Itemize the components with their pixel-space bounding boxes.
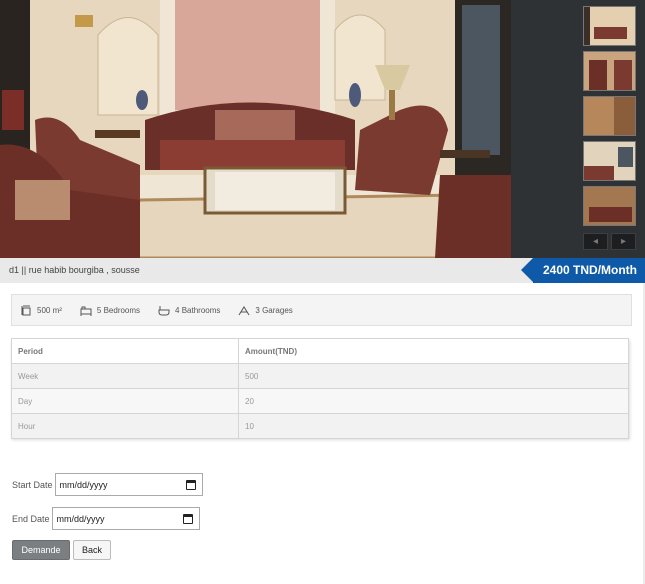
thumbnail-3[interactable] xyxy=(583,96,636,136)
demande-button[interactable]: Demande xyxy=(12,540,70,560)
property-address: d1 || rue habib bourgiba , sousse xyxy=(9,265,140,275)
end-date-placeholder: mm/dd/yyyy xyxy=(56,513,105,524)
amount-cell: 10 xyxy=(238,413,629,439)
feature-area: 500 m² xyxy=(21,305,62,316)
table-row: Hour 10 xyxy=(11,413,629,439)
feature-bathrooms: 4 Bathrooms xyxy=(158,305,220,316)
area-icon xyxy=(21,305,31,315)
column-header-amount: Amount(TND) xyxy=(238,338,629,364)
property-page: ◂ ▸ d1 || rue habib bourgiba , sousse 24… xyxy=(0,0,645,584)
garages-value: 3 Garages xyxy=(255,305,293,315)
price-label: 2400 TND/Month xyxy=(533,258,645,283)
rates-table: Period Amount(TND) Week 500 Day 20 Hour … xyxy=(11,338,629,439)
calendar-icon[interactable] xyxy=(182,513,193,524)
thumbnail-strip: ◂ ▸ xyxy=(511,0,645,258)
amount-cell: 500 xyxy=(238,363,629,389)
garage-icon xyxy=(238,305,250,315)
period-cell: Hour xyxy=(11,413,239,439)
bathtub-icon xyxy=(158,305,170,315)
feature-garages: 3 Garages xyxy=(238,305,293,316)
back-button[interactable]: Back xyxy=(73,540,111,560)
photo-gallery: ◂ ▸ xyxy=(0,0,645,258)
end-date-row: End Date mm/dd/yyyy xyxy=(12,507,200,530)
table-row: Day 20 xyxy=(11,388,629,414)
calendar-icon[interactable] xyxy=(185,479,196,490)
end-date-label: End Date xyxy=(12,513,50,524)
features-bar: 500 m² 5 Bedrooms 4 Bathrooms 3 Garages xyxy=(11,294,632,326)
chevron-right-icon[interactable]: ▸ xyxy=(611,233,636,250)
amount-cell: 20 xyxy=(238,388,629,414)
table-header-row: Period Amount(TND) xyxy=(11,338,629,364)
bathrooms-value: 4 Bathrooms xyxy=(175,305,221,315)
chevron-left-icon[interactable]: ◂ xyxy=(583,233,608,250)
thumbnail-5[interactable] xyxy=(583,186,636,226)
bedrooms-value: 5 Bedrooms xyxy=(96,305,141,315)
start-date-input[interactable]: mm/dd/yyyy xyxy=(54,473,203,496)
period-cell: Week xyxy=(11,363,239,389)
thumbnail-2[interactable] xyxy=(583,51,636,91)
start-date-placeholder: mm/dd/yyyy xyxy=(59,479,108,490)
main-photo[interactable] xyxy=(0,0,511,258)
start-date-row: Start Date mm/dd/yyyy xyxy=(12,473,203,496)
column-header-period: Period xyxy=(11,338,239,364)
feature-bedrooms: 5 Bedrooms xyxy=(80,305,140,316)
area-value: 500 m² xyxy=(37,305,62,315)
period-cell: Day xyxy=(11,388,239,414)
bed-icon xyxy=(80,306,92,316)
table-row: Week 500 xyxy=(11,363,629,389)
end-date-input[interactable]: mm/dd/yyyy xyxy=(51,507,200,530)
price-badge: 2400 TND/Month xyxy=(521,258,645,283)
thumbnail-4[interactable] xyxy=(583,141,636,181)
thumbnail-1[interactable] xyxy=(583,6,636,46)
start-date-label: Start Date xyxy=(12,479,53,490)
